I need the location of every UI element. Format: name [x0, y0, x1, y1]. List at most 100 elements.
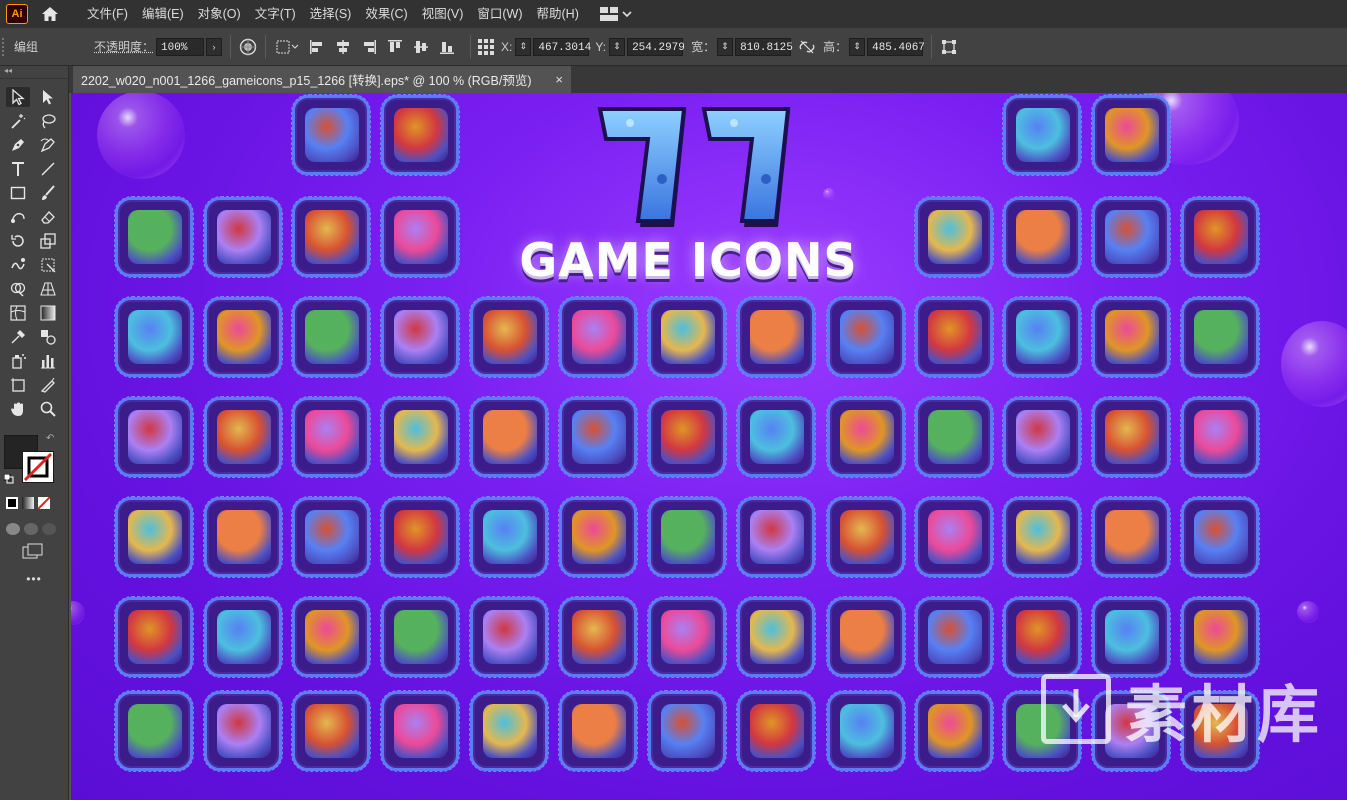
game-icon-cell[interactable]: [736, 496, 816, 578]
game-icon-cell[interactable]: [291, 690, 371, 772]
paintbrush-tool-icon[interactable]: [36, 183, 60, 203]
game-icon-cell[interactable]: [1091, 196, 1171, 278]
constrain-proportions-icon[interactable]: [799, 40, 815, 54]
x-stepper[interactable]: ⇕: [515, 37, 532, 56]
game-icon-cell[interactable]: [291, 196, 371, 278]
game-icon-cell[interactable]: [1180, 196, 1260, 278]
game-icon-cell[interactable]: [114, 596, 194, 678]
game-icon-cell[interactable]: [1091, 396, 1171, 478]
game-icon-cell[interactable]: [1180, 396, 1260, 478]
game-icon-cell[interactable]: [380, 690, 460, 772]
game-icon-cell[interactable]: [1180, 496, 1260, 578]
align-left-icon[interactable]: [308, 38, 326, 56]
menu-item[interactable]: 对象(O): [191, 0, 248, 28]
align-bottom-icon[interactable]: [438, 38, 456, 56]
gradient-tool-icon[interactable]: [36, 303, 60, 323]
game-icon-cell[interactable]: [291, 296, 371, 378]
eraser-tool-icon[interactable]: [36, 207, 60, 227]
game-icon-cell[interactable]: [736, 296, 816, 378]
game-icon-cell[interactable]: [558, 296, 638, 378]
hand-tool-icon[interactable]: [6, 399, 30, 419]
lasso-tool-icon[interactable]: [36, 111, 60, 131]
menu-item[interactable]: 视图(V): [415, 0, 471, 28]
slice-tool-icon[interactable]: [36, 375, 60, 395]
screen-mode-icon[interactable]: [0, 543, 68, 562]
align-horizontal-center-icon[interactable]: [334, 38, 352, 56]
game-icon-cell[interactable]: [826, 596, 906, 678]
draw-inside-icon[interactable]: [42, 523, 56, 535]
game-icon-cell[interactable]: [469, 596, 549, 678]
warp-tool-icon[interactable]: [6, 255, 30, 275]
app-logo[interactable]: Ai: [6, 4, 28, 24]
game-icon-cell[interactable]: [114, 690, 194, 772]
column-graph-tool-icon[interactable]: [36, 351, 60, 371]
align-to-icon[interactable]: [274, 38, 300, 56]
game-icon-cell[interactable]: [380, 496, 460, 578]
game-icon-cell[interactable]: [826, 296, 906, 378]
magic-wand-tool-icon[interactable]: [6, 111, 30, 131]
eyedropper-tool-icon[interactable]: [6, 327, 30, 347]
menu-item[interactable]: 效果(C): [358, 0, 414, 28]
scale-tool-icon[interactable]: [36, 231, 60, 251]
game-icon-cell[interactable]: [914, 496, 994, 578]
game-icon-cell[interactable]: [914, 690, 994, 772]
game-icon-cell[interactable]: [291, 94, 371, 176]
recolor-artwork-icon[interactable]: [239, 38, 257, 56]
transform-icon[interactable]: [940, 38, 958, 56]
game-icon-cell[interactable]: [736, 690, 816, 772]
shape-builder-tool-icon[interactable]: [6, 279, 30, 299]
workspace-switcher[interactable]: [599, 7, 632, 21]
game-icon-cell[interactable]: [203, 396, 283, 478]
game-icon-cell[interactable]: [114, 496, 194, 578]
curvature-tool-icon[interactable]: [36, 135, 60, 155]
pen-tool-icon[interactable]: [6, 135, 30, 155]
home-icon[interactable]: [38, 4, 62, 24]
rectangle-tool-icon[interactable]: [6, 183, 30, 203]
game-icon-cell[interactable]: [114, 196, 194, 278]
blend-tool-icon[interactable]: [36, 327, 60, 347]
draw-normal-icon[interactable]: [6, 523, 20, 535]
game-icon-cell[interactable]: [1002, 296, 1082, 378]
game-icon-cell[interactable]: [558, 396, 638, 478]
width-input[interactable]: 810.8125: [735, 37, 793, 56]
free-transform-tool-icon[interactable]: [36, 255, 60, 275]
artboard-tool-icon[interactable]: [6, 375, 30, 395]
game-icon-cell[interactable]: [647, 596, 727, 678]
game-icon-cell[interactable]: [1180, 296, 1260, 378]
game-icon-cell[interactable]: [914, 196, 994, 278]
collapse-panel-button[interactable]: ◂◂: [0, 66, 68, 76]
game-icon-cell[interactable]: [826, 690, 906, 772]
mesh-tool-icon[interactable]: [6, 303, 30, 323]
close-tab-icon[interactable]: ×: [555, 72, 563, 87]
menu-item[interactable]: 文字(T): [248, 0, 303, 28]
perspective-grid-tool-icon[interactable]: [36, 279, 60, 299]
game-icon-cell[interactable]: [558, 596, 638, 678]
artboard-canvas[interactable]: GAME ICONS 素材库: [71, 93, 1347, 800]
game-icon-cell[interactable]: [1091, 496, 1171, 578]
game-icon-cell[interactable]: [826, 496, 906, 578]
align-right-icon[interactable]: [360, 38, 378, 56]
opacity-dropdown-button[interactable]: ›: [206, 37, 223, 56]
menu-item[interactable]: 窗口(W): [470, 0, 529, 28]
game-icon-cell[interactable]: [203, 296, 283, 378]
y-stepper[interactable]: ⇕: [609, 37, 626, 56]
height-stepper[interactable]: ⇕: [849, 37, 866, 56]
draw-behind-icon[interactable]: [24, 523, 38, 535]
game-icon-cell[interactable]: [469, 496, 549, 578]
y-input[interactable]: 254.2979: [627, 37, 685, 56]
height-input[interactable]: 485.4067: [867, 37, 925, 56]
shaper-tool-icon[interactable]: [6, 207, 30, 227]
game-icon-cell[interactable]: [380, 94, 460, 176]
game-icon-cell[interactable]: [291, 396, 371, 478]
align-vertical-center-icon[interactable]: [412, 38, 430, 56]
swap-fill-stroke-icon[interactable]: ↶: [46, 433, 54, 444]
reference-point-icon[interactable]: [477, 38, 495, 56]
opacity-input[interactable]: 100%: [156, 37, 205, 56]
gradient-mode-icon[interactable]: [22, 497, 34, 509]
menu-item[interactable]: 文件(F): [80, 0, 135, 28]
fill-stroke-widget[interactable]: ↶: [0, 429, 68, 493]
color-mode-icon[interactable]: [6, 497, 18, 509]
game-icon-cell[interactable]: [1002, 94, 1082, 176]
type-tool-icon[interactable]: [6, 159, 30, 179]
game-icon-cell[interactable]: [469, 296, 549, 378]
